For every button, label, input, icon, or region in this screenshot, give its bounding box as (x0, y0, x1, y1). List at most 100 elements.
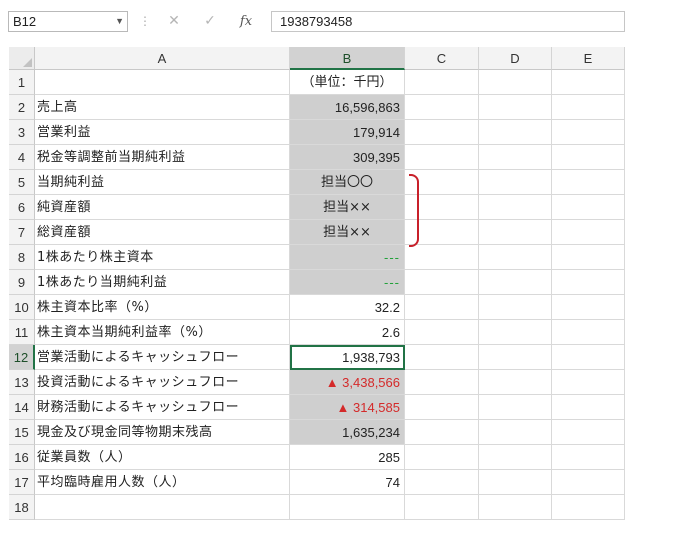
cell-a[interactable]: 売上高 (35, 95, 290, 120)
cancel-icon[interactable]: ✕ (164, 11, 184, 32)
cell-d[interactable] (479, 420, 552, 445)
insert-function-icon[interactable]: fx (236, 11, 256, 32)
cell-b[interactable]: 285 (290, 445, 405, 470)
formula-input[interactable]: 1938793458 (271, 11, 625, 32)
row-header[interactable]: 11 (9, 320, 35, 345)
cell-e[interactable] (552, 70, 625, 95)
cell-e[interactable] (552, 395, 625, 420)
cell-d[interactable] (479, 295, 552, 320)
row-header[interactable]: 5 (9, 170, 35, 195)
cell-d[interactable] (479, 495, 552, 520)
cell-a[interactable]: 投資活動によるキャッシュフロー (35, 370, 290, 395)
cell-b[interactable]: 担当〇〇 (290, 170, 405, 195)
cell-e[interactable] (552, 95, 625, 120)
cell-c[interactable] (405, 270, 479, 295)
cell-c[interactable] (405, 295, 479, 320)
cell-a[interactable]: 平均臨時雇用人数（人） (35, 470, 290, 495)
cell-c[interactable] (405, 420, 479, 445)
cell-a[interactable]: 1株あたり株主資本 (35, 245, 290, 270)
active-cell-b[interactable]: 1,938,793 (290, 345, 405, 370)
cell-e[interactable] (552, 270, 625, 295)
cell-d[interactable] (479, 195, 552, 220)
cell-b[interactable]: 担当×× (290, 220, 405, 245)
cell-e[interactable] (552, 195, 625, 220)
cell-c[interactable] (405, 320, 479, 345)
cell-c[interactable] (405, 245, 479, 270)
row-header[interactable]: 9 (9, 270, 35, 295)
row-header[interactable]: 13 (9, 370, 35, 395)
cell-e[interactable] (552, 170, 625, 195)
cell-b[interactable]: （単位：千円） (290, 70, 405, 95)
select-all-corner[interactable] (9, 47, 35, 70)
cell-a[interactable]: 株主資本比率（%） (35, 295, 290, 320)
row-header[interactable]: 10 (9, 295, 35, 320)
cell-a[interactable]: 総資産額 (35, 220, 290, 245)
column-header-a[interactable]: A (35, 47, 290, 70)
cell-a[interactable]: 営業活動によるキャッシュフロー (35, 345, 290, 370)
cell-e[interactable] (552, 295, 625, 320)
cell-a[interactable]: 財務活動によるキャッシュフロー (35, 395, 290, 420)
cell-d[interactable] (479, 95, 552, 120)
cell-d[interactable] (479, 270, 552, 295)
cell-a[interactable]: 1株あたり当期純利益 (35, 270, 290, 295)
column-header-e[interactable]: E (552, 47, 625, 70)
cell-a[interactable]: 当期純利益 (35, 170, 290, 195)
cell-e[interactable] (552, 495, 625, 520)
cell-b[interactable]: --- (290, 245, 405, 270)
cell-b[interactable]: ▲ 3,438,566 (290, 370, 405, 395)
cell-d[interactable] (479, 395, 552, 420)
cell-a[interactable]: 従業員数（人） (35, 445, 290, 470)
column-header-c[interactable]: C (405, 47, 479, 70)
cell-c[interactable] (405, 145, 479, 170)
cell-d[interactable] (479, 245, 552, 270)
cell-d[interactable] (479, 170, 552, 195)
cell-c[interactable] (405, 70, 479, 95)
cell-a[interactable]: 現金及び現金同等物期末残高 (35, 420, 290, 445)
column-header-d[interactable]: D (479, 47, 552, 70)
cell-e[interactable] (552, 320, 625, 345)
cell-e[interactable] (552, 345, 625, 370)
cell-c[interactable] (405, 120, 479, 145)
cell-b[interactable]: 担当×× (290, 195, 405, 220)
cell-c[interactable] (405, 345, 479, 370)
row-header[interactable]: 12 (9, 345, 35, 370)
cell-d[interactable] (479, 345, 552, 370)
enter-check-icon[interactable]: ✓ (200, 11, 220, 32)
cell-a[interactable]: 株主資本当期純利益率（%） (35, 320, 290, 345)
cell-e[interactable] (552, 445, 625, 470)
cell-b[interactable]: 32.2 (290, 295, 405, 320)
cell-c[interactable] (405, 495, 479, 520)
cell-e[interactable] (552, 220, 625, 245)
row-header[interactable]: 17 (9, 470, 35, 495)
row-header[interactable]: 3 (9, 120, 35, 145)
cell-b[interactable]: 74 (290, 470, 405, 495)
chevron-down-icon[interactable]: ▼ (115, 12, 124, 31)
cell-b[interactable]: 179,914 (290, 120, 405, 145)
cell-d[interactable] (479, 120, 552, 145)
cell-c[interactable] (405, 95, 479, 120)
cell-c[interactable] (405, 445, 479, 470)
cell-e[interactable] (552, 245, 625, 270)
cell-e[interactable] (552, 470, 625, 495)
cell-d[interactable] (479, 145, 552, 170)
cell-b[interactable]: 309,395 (290, 145, 405, 170)
cell-a[interactable]: 営業利益 (35, 120, 290, 145)
cell-b[interactable]: 2.6 (290, 320, 405, 345)
name-box[interactable]: B12 ▼ (8, 11, 128, 32)
cell-a[interactable] (35, 70, 290, 95)
cell-b[interactable] (290, 495, 405, 520)
cell-a[interactable]: 純資産額 (35, 195, 290, 220)
cell-b[interactable]: 1,635,234 (290, 420, 405, 445)
cell-b[interactable]: --- (290, 270, 405, 295)
row-header[interactable]: 16 (9, 445, 35, 470)
row-header[interactable]: 14 (9, 395, 35, 420)
cell-d[interactable] (479, 220, 552, 245)
cell-d[interactable] (479, 370, 552, 395)
cell-e[interactable] (552, 145, 625, 170)
cell-b[interactable]: 16,596,863 (290, 95, 405, 120)
cell-b[interactable]: ▲ 314,585 (290, 395, 405, 420)
cell-d[interactable] (479, 320, 552, 345)
cell-c[interactable] (405, 395, 479, 420)
cell-a[interactable] (35, 495, 290, 520)
row-header[interactable]: 1 (9, 70, 35, 95)
